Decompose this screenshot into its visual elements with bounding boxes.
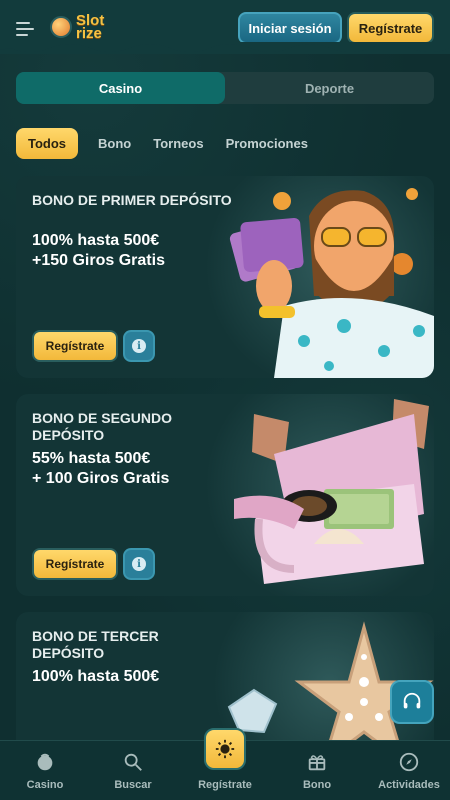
card-title: BONO DE PRIMER DEPÓSITO <box>32 192 232 208</box>
card-info-button[interactable]: i <box>123 330 155 362</box>
category-switch: Casino Deporte <box>16 72 434 104</box>
card-amount-secondary: + 100 Giros Gratis <box>32 470 170 487</box>
filter-bono[interactable]: Bono <box>96 136 133 151</box>
headset-icon <box>403 692 421 709</box>
header-wave-divider <box>0 42 450 52</box>
sun-icon <box>215 739 235 759</box>
search-icon <box>124 753 142 771</box>
gift-icon <box>308 755 326 771</box>
info-icon: i <box>132 557 146 571</box>
login-button[interactable]: Iniciar sesión <box>238 12 342 44</box>
nav-casino[interactable]: Casino <box>0 741 90 800</box>
brand-logo[interactable]: Slot rize <box>50 12 105 42</box>
bonus-card-first-deposit: BONO DE PRIMER DEPÓSITO 100% hasta 500€ … <box>16 176 434 378</box>
filter-bar: Todos Bono Torneos Promociones <box>16 127 310 159</box>
card-title: BONO DE SEGUNDO DEPÓSITO <box>32 410 173 443</box>
logo-text: Slot rize <box>76 12 105 42</box>
casino-icon <box>37 753 53 771</box>
tab-deporte[interactable]: Deporte <box>225 72 434 104</box>
nav-bono[interactable]: Bono <box>272 741 362 800</box>
bonus-card-second-deposit: BONO DE SEGUNDO DEPÓSITO 55% hasta 500€ … <box>16 394 434 596</box>
suitcase-illustration <box>234 399 429 584</box>
filter-promociones[interactable]: Promociones <box>224 136 310 151</box>
register-button[interactable]: Regístrate <box>347 12 434 44</box>
card-info-button[interactable]: i <box>123 548 155 580</box>
bearded-man-illustration <box>229 188 434 378</box>
card-register-button[interactable]: Regístrate <box>32 330 118 362</box>
tab-casino[interactable]: Casino <box>16 72 225 104</box>
logo-ball-icon <box>50 16 72 38</box>
nav-actividades[interactable]: Actividades <box>364 741 450 800</box>
menu-icon[interactable] <box>16 18 38 36</box>
card-title: BONO DE TERCER DEPÓSITO <box>32 628 159 661</box>
card-amount-secondary: +150 Giros Gratis <box>32 252 165 269</box>
card-register-button[interactable]: Regístrate <box>32 548 118 580</box>
info-icon: i <box>132 339 146 353</box>
filter-todos[interactable]: Todos <box>16 127 79 159</box>
register-center-button[interactable] <box>204 728 246 770</box>
card-amount-primary: 100% hasta 500€ <box>32 232 160 249</box>
compass-icon <box>399 752 419 772</box>
filter-torneos[interactable]: Torneos <box>151 136 205 151</box>
card-amount-primary: 100% hasta 500€ <box>32 668 160 685</box>
nav-buscar[interactable]: Buscar <box>88 741 178 800</box>
card-amount-primary: 55% hasta 500€ <box>32 450 151 467</box>
support-headset-button[interactable] <box>390 680 434 724</box>
